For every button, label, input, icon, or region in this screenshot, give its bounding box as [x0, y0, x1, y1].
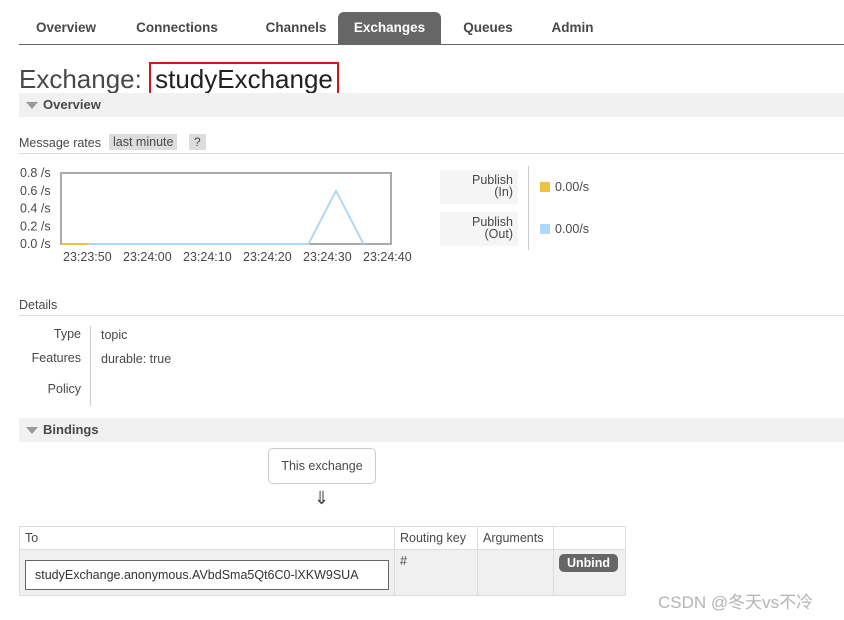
message-rates-label: Message rates [19, 136, 101, 150]
tab-connections[interactable]: Connections [119, 12, 235, 44]
tab-overview[interactable]: Overview [19, 12, 113, 44]
policy-label: Policy [47, 382, 81, 396]
legend-publish-out: Publish (Out) [440, 212, 518, 246]
legend-out-line2: (Out) [484, 227, 513, 241]
tab-exchanges[interactable]: Exchanges [338, 12, 441, 44]
watermark: CSDN @冬天vs不冷 [658, 593, 814, 612]
x-tick-label: 23:24:20 [243, 250, 292, 264]
title-prefix: Exchange: [19, 64, 142, 94]
bindings-table: To Routing key Arguments studyExchange.a… [19, 526, 626, 596]
this-exchange-box: This exchange [268, 448, 376, 484]
legend-in-value: 0.00/s [540, 180, 589, 194]
type-label: Type [53, 327, 81, 341]
y-tick-label: 0.0 /s [20, 237, 51, 251]
durable-value: true [149, 352, 172, 366]
unbind-button[interactable]: Unbind [559, 554, 619, 572]
y-tick-label: 0.6 /s [20, 184, 51, 198]
details-heading: Details [19, 298, 844, 316]
features-label: Features [31, 351, 81, 365]
cell-routing-key: # [394, 549, 478, 596]
legend-out-rate: 0.00/s [555, 222, 590, 236]
col-action [553, 526, 626, 550]
y-tick-label: 0.4 /s [20, 202, 51, 216]
double-arrow-down-icon: ⇓ [314, 488, 330, 508]
tab-admin[interactable]: Admin [535, 12, 610, 44]
legend-in-line2: (In) [494, 185, 513, 199]
features-value: durable: true [101, 352, 171, 366]
page-title: Exchange: studyExchange [19, 62, 339, 96]
swatch-in-icon [540, 182, 550, 192]
nav-tabs: Overview Connections Channels Exchanges … [19, 12, 844, 45]
cell-to: studyExchange.anonymous.AVbdSma5Qt6C0-lX… [19, 549, 395, 596]
tab-queues[interactable]: Queues [447, 12, 529, 44]
x-tick-label: 23:24:40 [363, 250, 412, 264]
table-row: studyExchange.anonymous.AVbdSma5Qt6C0-lX… [19, 549, 626, 596]
col-arguments: Arguments [477, 526, 554, 550]
swatch-out-icon [540, 224, 550, 234]
type-value: topic [101, 328, 128, 342]
overview-section-toggle[interactable]: Overview [19, 93, 844, 117]
x-tick-label: 23:24:30 [303, 250, 352, 264]
cell-action: Unbind [553, 549, 626, 596]
overview-section-label: Overview [43, 97, 101, 112]
chart-plot-area [60, 172, 392, 245]
col-to: To [19, 526, 395, 550]
bindings-section-toggle[interactable]: Bindings [19, 418, 844, 442]
y-tick-label: 0.2 /s [20, 219, 51, 233]
x-tick-label: 23:23:50 [63, 250, 112, 264]
legend-in-rate: 0.00/s [555, 180, 590, 194]
exchange-name: studyExchange [149, 62, 339, 96]
col-routing-key: Routing key [394, 526, 478, 550]
durable-key: durable: [101, 352, 147, 366]
x-tick-label: 23:24:00 [123, 250, 172, 264]
legend-divider [528, 166, 529, 250]
triangle-down-icon [26, 427, 38, 434]
triangle-down-icon [26, 102, 38, 109]
legend-out-value: 0.00/s [540, 222, 589, 236]
legend-publish-in: Publish (In) [440, 170, 518, 204]
bindings-section-label: Bindings [43, 422, 99, 437]
message-rates-chart: 0.8 /s 0.6 /s 0.4 /s 0.2 /s 0.0 /s 23:23:50 2… [20, 166, 412, 264]
x-tick-label: 23:24:10 [183, 250, 232, 264]
message-rates-header: Message rates last minute ? [19, 134, 844, 154]
rates-range-selector[interactable]: last minute [109, 134, 178, 150]
details-heading-label: Details [19, 298, 58, 312]
queue-link[interactable]: studyExchange.anonymous.AVbdSma5Qt6C0-lX… [25, 560, 389, 590]
cell-arguments [477, 549, 554, 596]
rates-help-button[interactable]: ? [189, 134, 206, 150]
y-tick-label: 0.8 /s [20, 166, 51, 180]
tab-channels[interactable]: Channels [241, 12, 351, 44]
details-divider [90, 326, 91, 406]
